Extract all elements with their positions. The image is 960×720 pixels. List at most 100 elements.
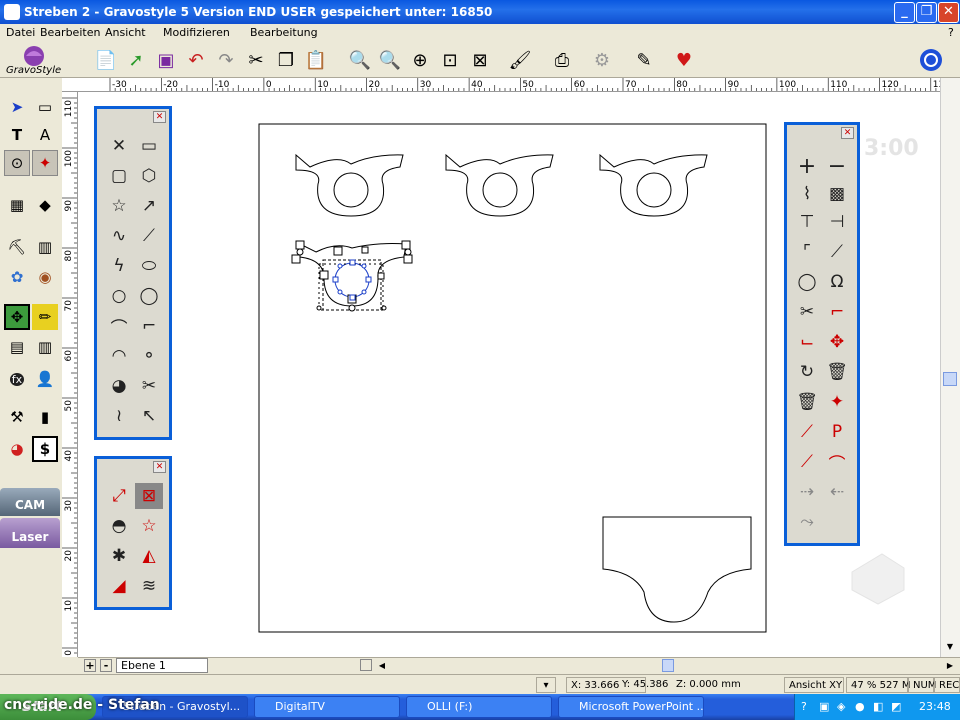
dashed-up-icon[interactable]: ⇢ — [793, 479, 821, 505]
multiline-icon[interactable]: ≋ — [135, 573, 163, 599]
arc-icon[interactable]: ⌒ — [105, 313, 133, 339]
grid-tool-icon[interactable]: ▤ — [4, 334, 30, 360]
tool-library-icon[interactable]: ⚒ — [4, 404, 30, 430]
curve-node-icon[interactable]: ⌇ — [793, 181, 821, 207]
menu-datei[interactable]: Datei — [6, 24, 35, 42]
engrave-tool-icon[interactable]: ⛏ — [4, 234, 30, 260]
cut-icon[interactable]: ✂ — [242, 46, 270, 74]
scroll-left-arrow-icon[interactable]: ◀ — [376, 659, 388, 672]
polygon-icon[interactable]: ⬡ — [135, 163, 163, 189]
reverse-path-icon[interactable]: ↻ — [793, 359, 821, 385]
menu-ansicht[interactable]: Ansicht — [105, 24, 146, 42]
checker-node-icon[interactable]: ▩ — [823, 181, 851, 207]
text-style-icon[interactable]: A — [32, 122, 58, 148]
user-icon[interactable]: 👤 — [32, 366, 58, 392]
hscroll-thumb[interactable] — [662, 659, 674, 672]
favorite-icon[interactable]: ♥ — [670, 46, 698, 74]
menu-modifizieren[interactable]: Modifizieren — [163, 24, 230, 42]
circle-nodes-icon[interactable]: ◯ — [135, 283, 163, 309]
shapes-tool-icon[interactable]: ◆ — [32, 192, 58, 218]
explode-node-icon[interactable]: ✦ — [823, 389, 851, 415]
drawing-canvas[interactable]: 3:00 ✕ ✕ ▭ ▢ ⬡ ☆ ↗ ∿ ⟋ ϟ ⬭ ○ ◯ ⌒ ⌐ ◠ ⚬ ◕… — [78, 92, 940, 657]
antivirus-tray-icon[interactable]: ● — [855, 694, 865, 720]
zoom-fit-icon[interactable]: ⊕ — [406, 46, 434, 74]
step-node-icon[interactable]: ⌐ — [823, 299, 851, 325]
effects-icon[interactable]: fx — [4, 366, 30, 392]
curve-icon[interactable]: ∿ — [105, 223, 133, 249]
join-node-icon[interactable]: ⊣ — [823, 209, 851, 235]
shield-tray-icon[interactable]: ◈ — [837, 694, 845, 720]
laser-button[interactable]: Laser — [0, 518, 60, 548]
text-tool-icon[interactable]: T — [4, 122, 30, 148]
spline-icon[interactable]: ϟ — [105, 253, 133, 279]
bezier-edit-icon[interactable]: ↖ — [135, 403, 163, 429]
select-arrow-icon[interactable]: ➤ — [4, 94, 30, 120]
align-tool-icon[interactable]: ▥ — [32, 334, 58, 360]
volume-tray-icon[interactable]: ◧ — [873, 694, 883, 720]
save-icon[interactable]: ▣ — [152, 46, 180, 74]
barcode-tool-icon[interactable]: ▥ — [32, 234, 58, 260]
redo-icon[interactable]: ↷ — [212, 46, 240, 74]
rectangle-icon[interactable]: ▭ — [135, 133, 163, 159]
scale-icon[interactable]: ⤢ — [105, 483, 133, 509]
brush-icon[interactable]: 🖌 — [506, 46, 534, 74]
menu-bearbeitung[interactable]: Bearbeitung — [250, 24, 318, 42]
move-tool-icon[interactable]: ✥ — [4, 304, 30, 330]
zoom-plus-icon[interactable]: 🔍 — [376, 46, 404, 74]
help-tray-icon[interactable]: ? — [801, 694, 807, 720]
color-palette-icon[interactable]: ◕ — [4, 436, 30, 462]
palette-close-icon[interactable]: ✕ — [153, 111, 166, 123]
arrow-line-icon[interactable]: ↗ — [135, 193, 163, 219]
measure-tool-icon[interactable]: ✏ — [32, 304, 58, 330]
triangle-tool-icon[interactable]: ◭ — [135, 543, 163, 569]
photo-tool-icon[interactable]: ◉ — [32, 264, 58, 290]
bezier-icon[interactable]: ≀ — [105, 403, 133, 429]
price-icon[interactable]: $ — [32, 436, 58, 462]
import-icon[interactable]: ⎙ — [548, 46, 576, 74]
paste-icon[interactable]: 📋 — [302, 46, 330, 74]
task-digitaltv[interactable]: DigitalTV — [254, 696, 400, 718]
line-cross-icon[interactable]: ✕ — [105, 133, 133, 159]
sector-icon[interactable]: ◠ — [105, 343, 133, 369]
blob-icon[interactable]: ⚬ — [135, 343, 163, 369]
new-document-icon[interactable]: 📄 — [92, 46, 120, 74]
chamfer-icon[interactable]: ⟋ — [823, 239, 851, 265]
protractor-icon[interactable]: ◓ — [105, 513, 133, 539]
break-node-icon[interactable]: ⊤ — [793, 209, 821, 235]
star-frame-icon[interactable]: ☆ — [135, 513, 163, 539]
corner-round-icon[interactable]: ⌜ — [793, 239, 821, 265]
palette-close-icon[interactable]: ✕ — [841, 127, 854, 139]
undo-icon[interactable]: ↶ — [182, 46, 210, 74]
zoom-icon[interactable]: 🔍 — [346, 46, 374, 74]
star-icon[interactable]: ☆ — [105, 193, 133, 219]
settings-icon[interactable] — [916, 46, 946, 74]
remove-layer-button[interactable]: - — [100, 659, 112, 672]
circle-icon[interactable]: ○ — [105, 283, 133, 309]
copy-icon[interactable]: ❐ — [272, 46, 300, 74]
network-tray-icon[interactable]: ▣ — [819, 694, 829, 720]
ellipse-icon[interactable]: ⬭ — [135, 253, 163, 279]
dashed-down-icon[interactable]: ⇠ — [823, 479, 851, 505]
scanner-icon[interactable]: ⚙ — [588, 46, 616, 74]
p-segment-icon[interactable]: P — [823, 419, 851, 445]
open-ring-icon[interactable]: Ω — [823, 269, 851, 295]
shape-combine-icon[interactable]: ◕ — [105, 373, 133, 399]
task-olli-drive[interactable]: OLLI (F:) — [406, 696, 552, 718]
rounded-rect-icon[interactable]: ▢ — [105, 163, 133, 189]
add-layer-button[interactable]: + — [84, 659, 96, 672]
scissors-icon[interactable]: ✂ — [135, 373, 163, 399]
spread-node-icon[interactable]: ✥ — [823, 329, 851, 355]
add-node-icon[interactable]: + — [793, 153, 821, 179]
help-menu[interactable]: ? — [948, 24, 954, 42]
update-tray-icon[interactable]: ◩ — [891, 694, 901, 720]
layer-tab[interactable]: Ebene 1 — [116, 658, 208, 673]
fit-icon[interactable]: ⊠ — [135, 483, 163, 509]
pointer-edit-icon[interactable]: ✦ — [32, 150, 58, 176]
vscroll-thumb[interactable] — [943, 372, 957, 386]
clipart-tool-icon[interactable]: ✿ — [4, 264, 30, 290]
to-arc-icon[interactable]: ⌒ — [823, 449, 851, 475]
minimize-button[interactable]: _ — [894, 2, 915, 23]
remove-node-icon[interactable]: − — [823, 153, 851, 179]
scroll-down-arrow-icon[interactable]: ▼ — [943, 642, 957, 654]
maximize-button[interactable]: ❐ — [916, 2, 937, 23]
